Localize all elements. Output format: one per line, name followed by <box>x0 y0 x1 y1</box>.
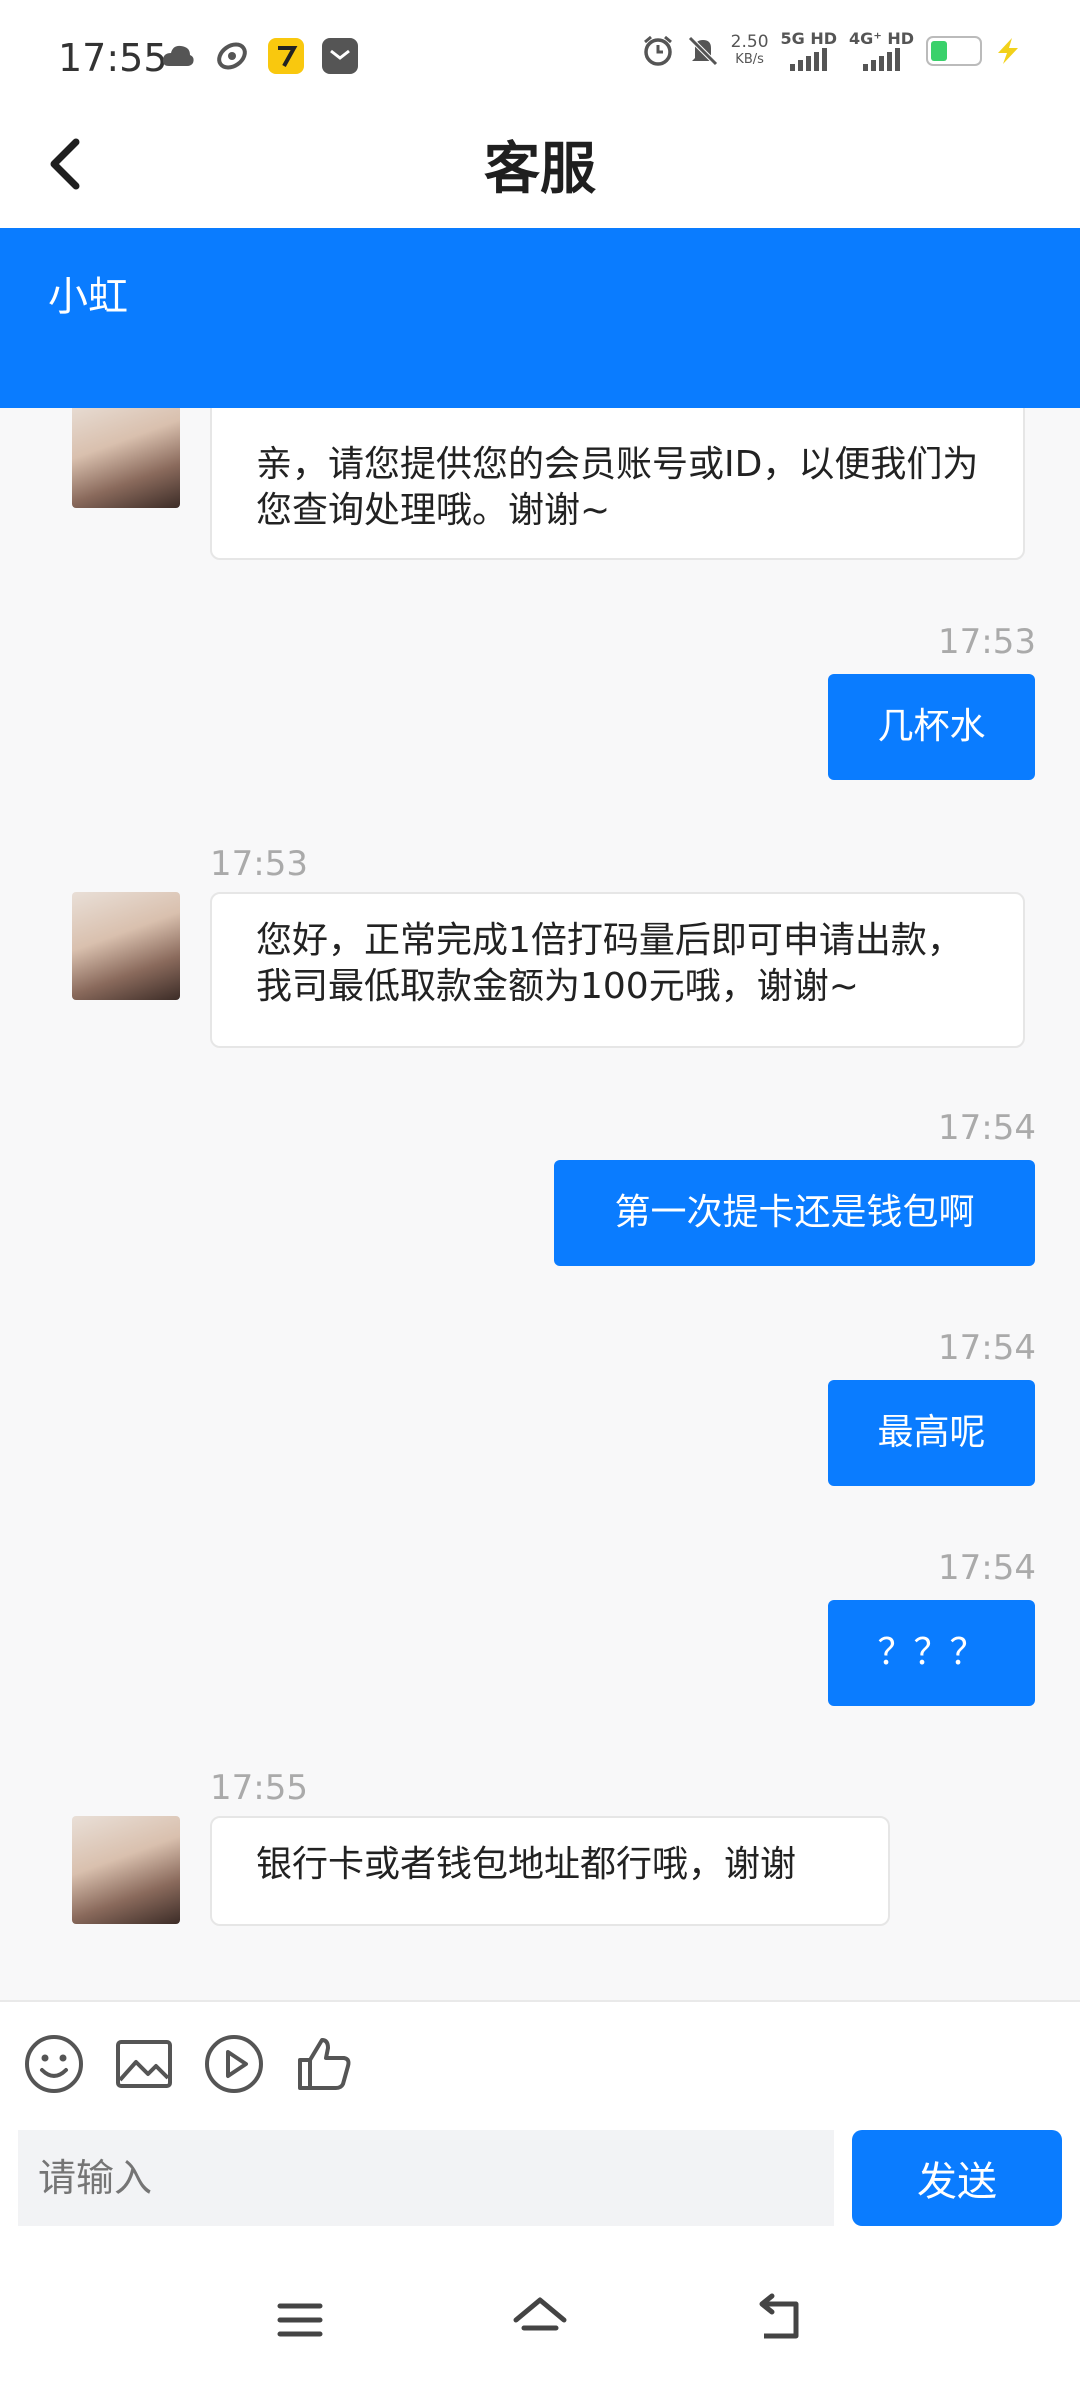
message-time: 17:55 <box>210 1768 308 1808</box>
back-nav-button[interactable] <box>750 2290 810 2350</box>
status-time: 17:55 <box>58 36 168 80</box>
charging-icon <box>998 37 1018 64</box>
menu-icon <box>277 2303 323 2337</box>
message-bubble-in: 银行卡或者钱包地址都行哦，谢谢 <box>210 1816 890 1926</box>
battery-icon <box>926 35 982 66</box>
sync-icon <box>214 38 250 74</box>
mute-icon <box>687 35 718 66</box>
message-bubble-out: 几杯水 <box>828 674 1035 780</box>
mail-icon <box>322 38 358 74</box>
message-bubble-in: 您好，正常完成1倍打码量后即可申请出款，我司最低取款金额为100元哦，谢谢~ <box>210 892 1025 1048</box>
thumbs-up-button[interactable] <box>292 2032 356 2096</box>
message-bubble-out: 第一次提卡还是钱包啊 <box>554 1160 1035 1266</box>
input-bar: 发送 <box>0 2130 1080 2250</box>
header: 客服 <box>0 110 1080 228</box>
sim1-label: 5G HD <box>780 29 838 48</box>
system-nav-bar <box>0 2250 1080 2388</box>
message-time: 17:53 <box>938 622 1036 662</box>
speed-value: 2.50 <box>730 31 769 52</box>
sim2-signal: 4G⁺ HD <box>849 30 914 71</box>
network-speed: 2.50 KB/s <box>730 31 769 68</box>
chat-toolbar <box>0 2002 1080 2130</box>
message-input[interactable] <box>18 2130 834 2226</box>
agent-name: 小虹 <box>48 274 128 320</box>
message-time: 17:54 <box>938 1328 1036 1368</box>
message-bubble-in: 亲，请您提供您的会员账号或ID，以便我们为您查询处理哦。谢谢~ <box>210 408 1025 560</box>
status-left-icons <box>160 38 358 74</box>
sim1-signal: 5G HD <box>780 29 838 71</box>
menu-button[interactable] <box>270 2290 330 2350</box>
cloud-icon <box>160 38 196 74</box>
back-nav-icon <box>759 2293 799 2339</box>
home-button[interactable] <box>510 2290 570 2350</box>
signal-icon <box>863 47 901 71</box>
signal-icon <box>790 47 828 71</box>
app-7-icon <box>268 38 304 74</box>
image-icon <box>116 2040 172 2088</box>
alarm-icon <box>643 35 672 66</box>
chat-messages[interactable]: 亲，请您提供您的会员账号或ID，以便我们为您查询处理哦。谢谢~ 17:53 几杯… <box>0 408 1080 2000</box>
message-bubble-out: ？？？ <box>828 1600 1035 1706</box>
speed-unit: KB/s <box>735 51 764 67</box>
sim2-label: 4G⁺ HD <box>849 29 914 48</box>
home-icon <box>513 2297 567 2331</box>
agent-avatar <box>72 408 180 508</box>
message-time: 17:54 <box>938 1108 1036 1148</box>
agent-avatar <box>72 1816 180 1924</box>
emoji-button[interactable] <box>22 2032 86 2096</box>
emoji-icon <box>25 2035 83 2093</box>
message-time: 17:54 <box>938 1548 1036 1588</box>
video-button[interactable] <box>202 2032 266 2096</box>
image-button[interactable] <box>112 2032 176 2096</box>
status-right-icons: 2.50 KB/s 5G HD 4G⁺ HD <box>641 30 1022 71</box>
agent-avatar <box>72 892 180 1000</box>
message-time: 17:53 <box>210 844 308 884</box>
send-button[interactable]: 发送 <box>852 2130 1062 2226</box>
agent-banner: 小虹 <box>0 228 1080 408</box>
status-bar: 17:55 2.50 KB/s 5G HD 4G⁺ HD <box>0 0 1080 110</box>
video-icon <box>205 2035 263 2093</box>
page-title: 客服 <box>484 137 596 202</box>
thumbs-up-icon <box>298 2038 351 2090</box>
message-bubble-out: 最高呢 <box>828 1380 1035 1486</box>
